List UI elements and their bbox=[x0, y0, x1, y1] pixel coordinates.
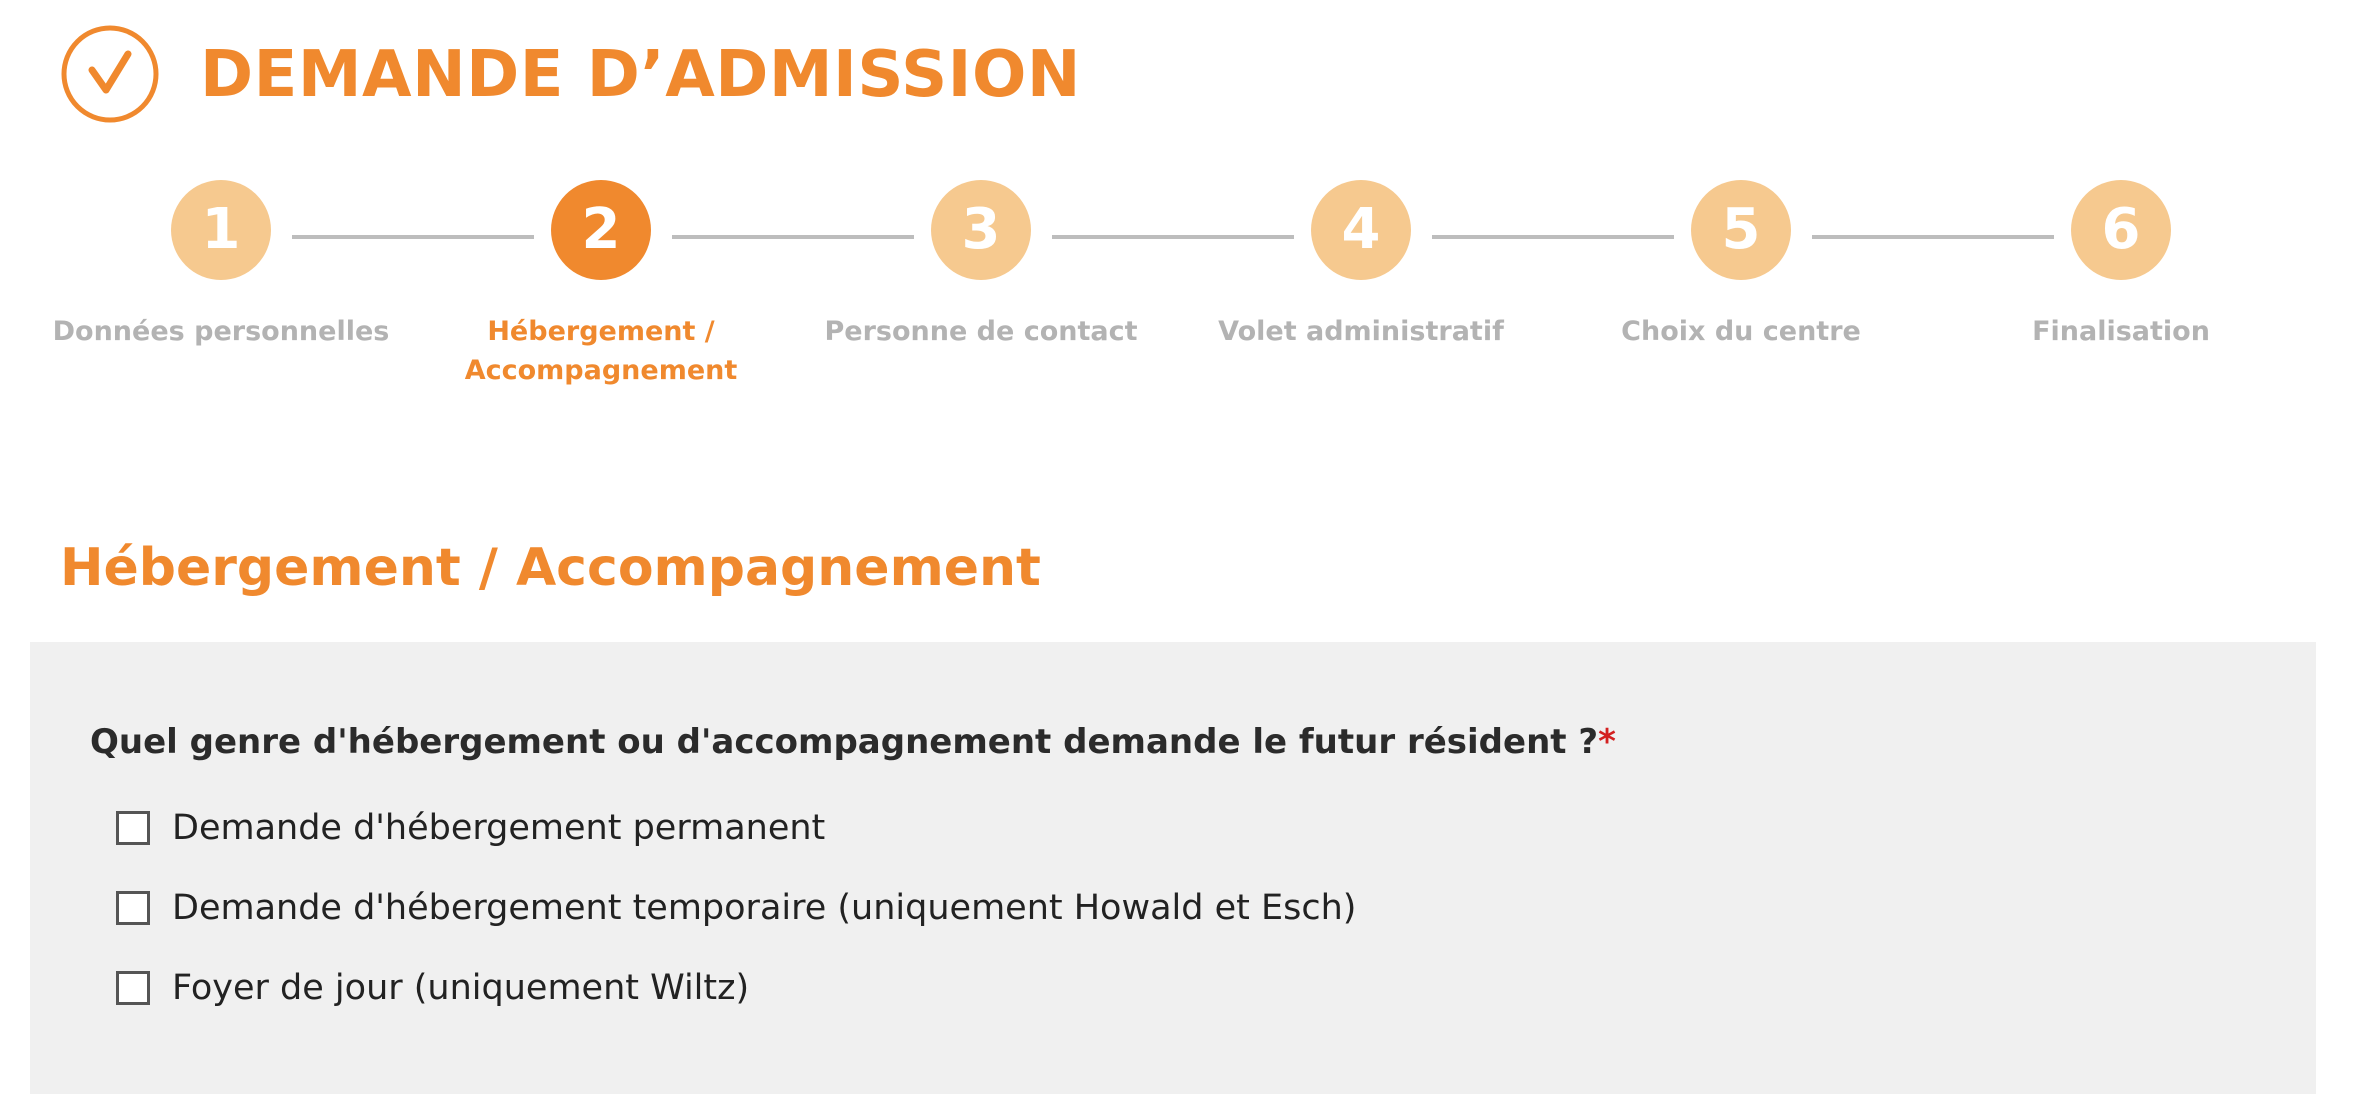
progress-stepper: 1 Données personnelles 2 Hébergement / A… bbox=[0, 180, 2354, 420]
step-label: Hébergement / Accompagnement bbox=[464, 316, 738, 386]
step-1[interactable]: 1 Données personnelles bbox=[31, 180, 411, 351]
step-label: Finalisation bbox=[2032, 316, 2210, 347]
option-permanent[interactable]: Demande d'hébergement permanent bbox=[116, 806, 825, 850]
step-number: 1 bbox=[171, 180, 271, 280]
section-title: Hébergement / Accompagnement bbox=[60, 538, 1041, 598]
checkbox[interactable] bbox=[116, 811, 150, 845]
step-5[interactable]: 5 Choix du centre bbox=[1551, 180, 1931, 351]
step-6[interactable]: 6 Finalisation bbox=[1931, 180, 2311, 351]
option-temporary[interactable]: Demande d'hébergement temporaire (unique… bbox=[116, 886, 1356, 930]
step-4[interactable]: 4 Volet administratif bbox=[1171, 180, 1551, 351]
question-panel: Quel genre d'hébergement ou d'accompagne… bbox=[30, 642, 2316, 1094]
checkbox[interactable] bbox=[116, 891, 150, 925]
step-3[interactable]: 3 Personne de contact bbox=[791, 180, 1171, 351]
required-marker: * bbox=[1598, 722, 1616, 762]
option-label: Foyer de jour (uniquement Wiltz) bbox=[172, 968, 750, 1008]
option-label: Demande d'hébergement temporaire (unique… bbox=[172, 888, 1357, 928]
admission-form-page: DEMANDE D’ADMISSION 1 Données personnell… bbox=[0, 0, 2354, 1110]
question-text: Quel genre d'hébergement ou d'accompagne… bbox=[90, 722, 1599, 762]
check-circle-icon bbox=[61, 25, 159, 123]
step-number: 3 bbox=[931, 180, 1031, 280]
checkbox[interactable] bbox=[116, 971, 150, 1005]
option-day-care[interactable]: Foyer de jour (uniquement Wiltz) bbox=[116, 966, 749, 1010]
step-label: Données personnelles bbox=[52, 316, 390, 347]
step-number: 6 bbox=[2071, 180, 2171, 280]
step-label: Personne de contact bbox=[824, 316, 1138, 347]
step-number: 4 bbox=[1311, 180, 1411, 280]
step-label: Choix du centre bbox=[1621, 316, 1861, 347]
question-label: Quel genre d'hébergement ou d'accompagne… bbox=[90, 722, 1616, 762]
step-2[interactable]: 2 Hébergement / Accompagnement bbox=[411, 180, 791, 390]
step-number: 2 bbox=[551, 180, 651, 280]
page-title: DEMANDE D’ADMISSION bbox=[200, 38, 1081, 112]
step-number: 5 bbox=[1691, 180, 1791, 280]
option-label: Demande d'hébergement permanent bbox=[172, 808, 826, 848]
step-label: Volet administratif bbox=[1218, 316, 1504, 347]
